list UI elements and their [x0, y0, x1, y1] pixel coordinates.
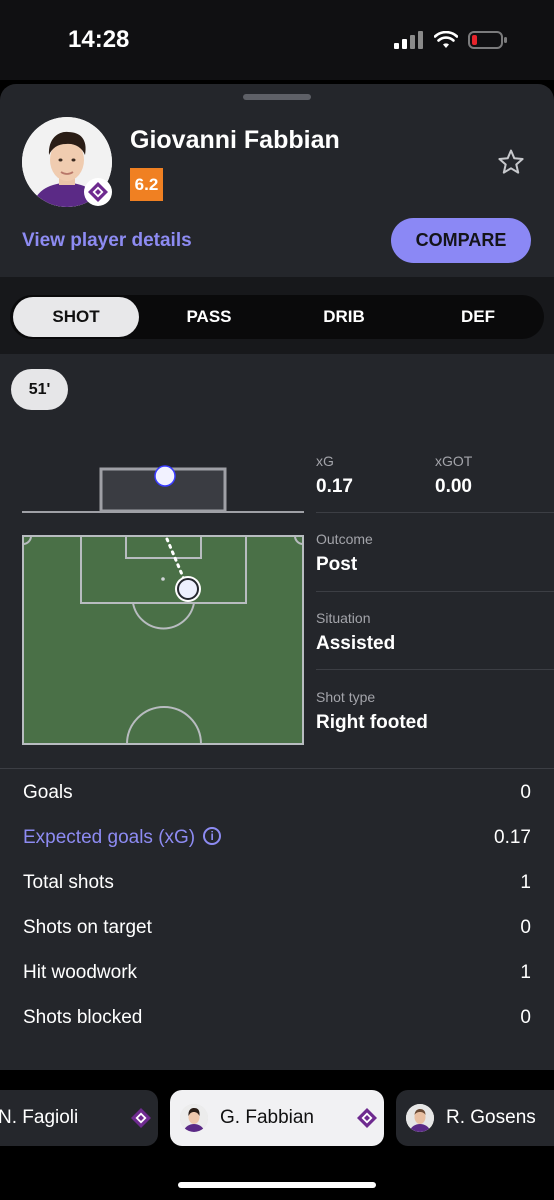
star-icon[interactable]: [497, 148, 525, 176]
sheet-grabber[interactable]: [243, 94, 311, 100]
divider: [316, 512, 554, 513]
goal-shot-marker: [154, 465, 176, 487]
view-player-details-link[interactable]: View player details: [22, 230, 192, 252]
xgot-value: 0.00: [435, 476, 472, 497]
tab-def[interactable]: DEF: [415, 295, 541, 339]
player-pill-name: R. Gosens: [446, 1107, 536, 1128]
shots-blocked-label: Shots blocked: [23, 1007, 143, 1028]
battery-icon: [468, 31, 507, 49]
goals-value: 0: [520, 782, 531, 803]
situation-label: Situation: [316, 610, 371, 626]
shot-minute-chip[interactable]: 51': [11, 369, 68, 410]
rating-badge: 6.2: [130, 168, 163, 201]
shots-on-target-value: 0: [520, 917, 531, 938]
player-pill-fabbian[interactable]: G. Fabbian: [170, 1090, 384, 1146]
tab-pass[interactable]: PASS: [146, 295, 272, 339]
player-stats-sheet: Giovanni Fabbian 6.2 View player details…: [0, 84, 554, 1200]
divider: [316, 591, 554, 592]
divider: [316, 669, 554, 670]
total-shots-value: 1: [520, 872, 531, 893]
xg-value: 0.17: [316, 476, 353, 497]
hit-woodwork-label: Hit woodwork: [23, 962, 138, 983]
team-badge-icon: [131, 1108, 151, 1128]
expected-goals-value: 0.17: [494, 827, 531, 848]
stat-tabs-area: SHOT PASS DRIB DEF: [0, 277, 554, 354]
player-name: Giovanni Fabbian: [130, 126, 340, 154]
expected-goals-link[interactable]: Expected goals (xG) i: [23, 826, 222, 849]
wifi-icon: [434, 31, 458, 48]
stat-tabs: SHOT PASS DRIB DEF: [10, 295, 544, 339]
signal-icon: [394, 31, 423, 49]
player-pill-avatar: [180, 1104, 208, 1132]
expected-goals-label: Expected goals (xG): [23, 827, 196, 848]
shot-map: [22, 465, 304, 745]
tab-drib[interactable]: DRIB: [281, 295, 407, 339]
xgot-label: xGOT: [435, 453, 473, 469]
total-shots-label: Total shots: [23, 872, 114, 893]
outcome-label: Outcome: [316, 531, 373, 547]
outcome-value: Post: [316, 554, 358, 575]
tab-shot[interactable]: SHOT: [13, 297, 139, 337]
status-time: 14:28: [68, 26, 130, 53]
status-bar: 14:28: [0, 0, 554, 80]
shot-type-value: Right footed: [316, 712, 428, 733]
info-icon[interactable]: i: [203, 826, 222, 845]
player-pill-name: N. Fagioli: [0, 1107, 79, 1128]
situation-value: Assisted: [316, 633, 396, 654]
player-pill-gosens[interactable]: R. Gosens: [396, 1090, 554, 1146]
team-badge-icon: [84, 178, 112, 206]
player-pill-name: G. Fabbian: [220, 1107, 314, 1128]
shots-on-target-label: Shots on target: [23, 917, 152, 938]
section-divider: [0, 768, 554, 769]
pitch: [22, 535, 304, 745]
status-icons: [394, 30, 508, 50]
compare-button[interactable]: COMPARE: [391, 218, 531, 263]
hit-woodwork-value: 1: [520, 962, 531, 983]
goals-label: Goals: [23, 782, 73, 803]
player-pill-avatar: [406, 1104, 434, 1132]
shots-blocked-value: 0: [520, 1007, 531, 1028]
team-badge-icon: [357, 1108, 377, 1128]
player-pill-fagioli[interactable]: N. Fagioli: [0, 1090, 158, 1146]
home-indicator: [178, 1182, 376, 1188]
shot-type-label: Shot type: [316, 689, 376, 705]
xg-label: xG: [316, 453, 334, 469]
